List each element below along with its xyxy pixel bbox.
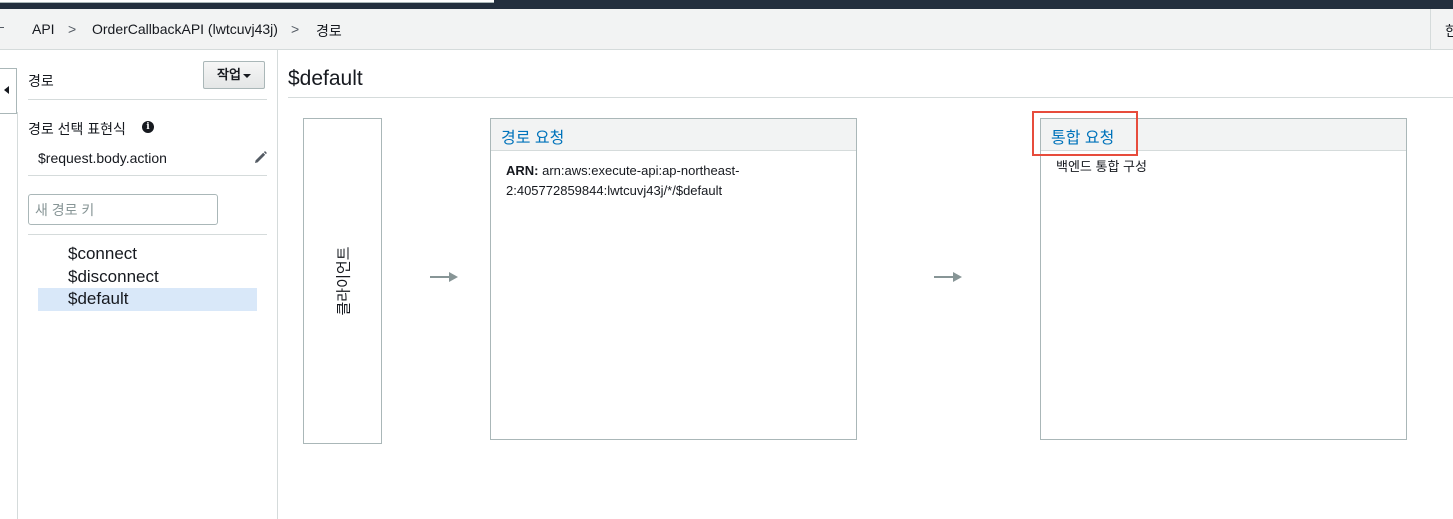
route-request-body: ARN: arn:aws:execute-api:ap-northeast-2:… <box>491 151 856 211</box>
breadcrumb: API > OrderCallbackAPI (lwtcuvj43j) > 경로… <box>0 9 1453 50</box>
highlight-annotation <box>1032 111 1138 156</box>
actions-button-label: 작업 <box>217 67 241 82</box>
collapse-arrow-icon <box>4 86 9 94</box>
top-nav-bar <box>0 0 1453 9</box>
route-item-connect[interactable]: $connect <box>38 243 257 266</box>
route-request-card: 경로 요청 ARN: arn:aws:execute-api:ap-northe… <box>490 118 857 440</box>
breadcrumb-api-name[interactable]: OrderCallbackAPI (lwtcuvj43j) <box>92 21 278 37</box>
sidebar-divider <box>28 234 267 235</box>
browser-tab-edge <box>0 0 494 3</box>
routes-panel-title: 경로 <box>28 73 54 89</box>
breadcrumb-right-menu[interactable]: 한 <box>1430 9 1453 49</box>
arn-value: arn:aws:execute-api:ap-northeast-2:40577… <box>506 163 740 198</box>
integration-request-body: 백엔드 통합 구성 <box>1056 159 1147 174</box>
breadcrumb-edge <box>0 27 4 28</box>
breadcrumb-api[interactable]: API <box>32 21 55 37</box>
title-divider <box>288 97 1453 98</box>
arn-label: ARN: <box>506 163 539 178</box>
new-route-key-input[interactable] <box>28 194 218 225</box>
integration-request-card: 통합 요청 백엔드 통합 구성 <box>1040 118 1407 440</box>
caret-down-icon <box>242 73 251 78</box>
sidebar-collapse-button[interactable] <box>0 68 17 114</box>
arrow-right-icon <box>430 272 458 282</box>
sidebar-divider <box>28 99 267 100</box>
client-label: 클라이언트 <box>335 246 352 316</box>
breadcrumb-current: 경로 <box>316 23 342 39</box>
panel-divider <box>277 50 278 519</box>
route-item-disconnect[interactable]: $disconnect <box>38 266 257 289</box>
route-request-header[interactable]: 경로 요청 <box>491 119 856 151</box>
arrow-right-icon <box>934 272 962 282</box>
breadcrumb-separator: > <box>291 21 300 37</box>
page-title: $default <box>288 67 363 90</box>
pencil-icon[interactable] <box>254 151 267 164</box>
breadcrumb-separator: > <box>68 21 77 37</box>
sidebar-divider <box>28 175 267 176</box>
route-list: $connect $disconnect $default <box>38 243 257 311</box>
route-item-default[interactable]: $default <box>38 288 257 311</box>
route-selection-label: 경로 선택 표현식 <box>28 121 126 137</box>
info-icon[interactable]: i <box>142 121 154 133</box>
client-box: 클라이언트 <box>303 118 382 444</box>
actions-button[interactable]: 작업 <box>203 61 265 89</box>
nav-divider <box>17 112 18 519</box>
route-selection-value: $request.body.action <box>38 150 167 166</box>
breadcrumb-right-text: 한 <box>1445 23 1453 39</box>
